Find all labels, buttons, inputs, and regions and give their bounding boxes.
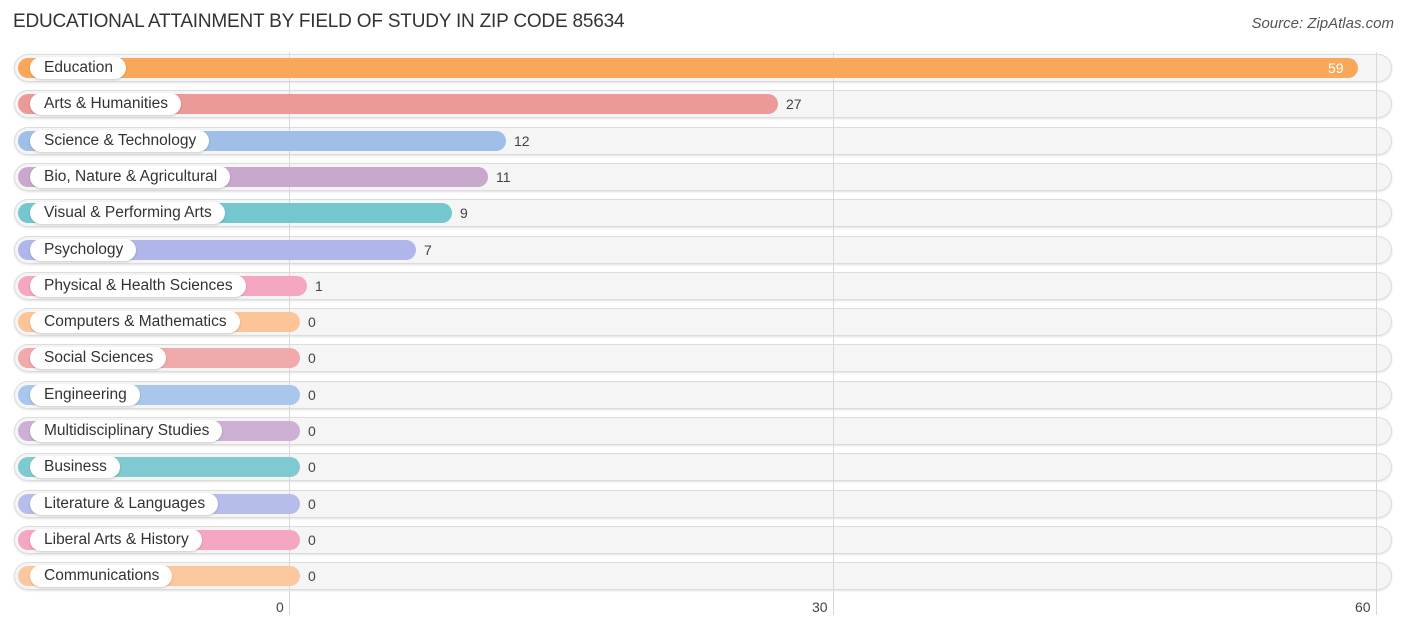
x-tick-label: 30 xyxy=(812,599,828,615)
x-tick-label: 0 xyxy=(276,599,284,615)
category-label: Literature & Languages xyxy=(30,493,219,515)
category-label: Liberal Arts & History xyxy=(30,529,202,551)
category-label: Education xyxy=(30,57,126,79)
gridline xyxy=(1376,52,1377,615)
gridline xyxy=(833,52,834,615)
value-label: 0 xyxy=(308,314,316,330)
value-label: 0 xyxy=(308,496,316,512)
category-label: Multidisciplinary Studies xyxy=(30,420,223,442)
category-label: Social Sciences xyxy=(30,347,167,369)
value-label: 59 xyxy=(1328,60,1344,76)
category-label: Business xyxy=(30,456,120,478)
category-label: Science & Technology xyxy=(30,130,210,152)
category-label: Visual & Performing Arts xyxy=(30,202,225,224)
value-label: 0 xyxy=(308,568,316,584)
value-label: 0 xyxy=(308,350,316,366)
category-label: Physical & Health Sciences xyxy=(30,275,246,297)
value-label: 0 xyxy=(308,532,316,548)
category-label: Engineering xyxy=(30,384,140,406)
value-label: 1 xyxy=(315,278,323,294)
value-label: 12 xyxy=(514,133,530,149)
value-label: 7 xyxy=(424,242,432,258)
bar-chart: Education 59 Arts & Humanities 27 Science & … xyxy=(0,0,1406,631)
category-label: Arts & Humanities xyxy=(30,93,182,115)
value-label: 27 xyxy=(786,96,802,112)
bar[interactable] xyxy=(18,58,1358,78)
category-label: Bio, Nature & Agricultural xyxy=(30,166,231,188)
category-label: Psychology xyxy=(30,239,137,261)
value-label: 0 xyxy=(308,423,316,439)
x-tick-label: 60 xyxy=(1355,599,1371,615)
value-label: 0 xyxy=(308,459,316,475)
value-label: 9 xyxy=(460,205,468,221)
category-label: Computers & Mathematics xyxy=(30,311,240,333)
value-label: 11 xyxy=(496,169,511,185)
value-label: 0 xyxy=(308,387,316,403)
category-label: Communications xyxy=(30,565,173,587)
